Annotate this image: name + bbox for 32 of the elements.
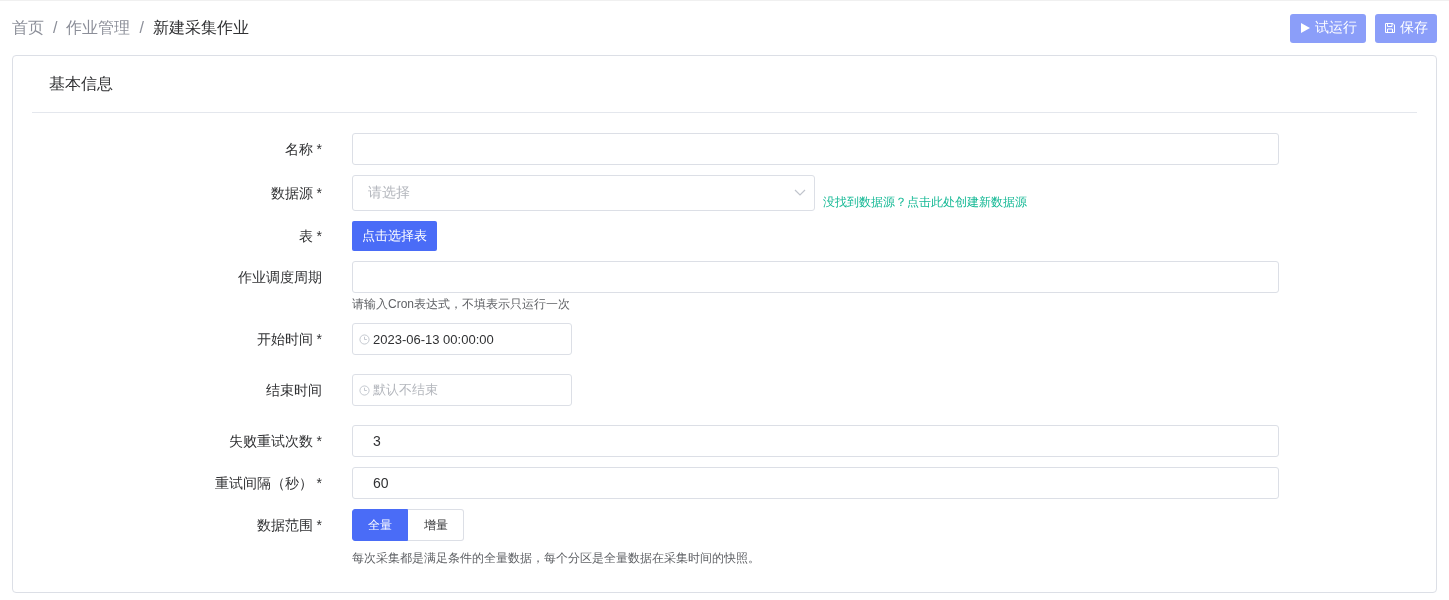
select-field[interactable]: 请选择: [352, 175, 815, 211]
input-field[interactable]: 60: [352, 467, 1279, 499]
field-label: 表 *: [297, 227, 323, 246]
input-field[interactable]: 3: [352, 425, 1279, 457]
breadcrumb-item[interactable]: 首页: [12, 17, 44, 39]
select-table-button[interactable]: 点击选择表: [352, 221, 437, 251]
field-label: 作业调度周期: [237, 268, 323, 287]
field-label: 结束时间: [265, 381, 323, 400]
chevron-down-icon: [794, 189, 806, 197]
field-label: 数据范围 *: [255, 516, 323, 535]
field-label: 开始时间 *: [255, 330, 323, 349]
create-datasource-link[interactable]: 没找到数据源？点击此处创建新数据源: [823, 194, 1027, 211]
section-title: 基本信息: [48, 74, 114, 94]
help-text: 每次采集都是满足条件的全量数据，每个分区是全量数据在采集时间的快照。: [352, 550, 760, 567]
play-icon: [1299, 22, 1311, 34]
input-field[interactable]: [352, 261, 1279, 293]
help-text: 请输入Cron表达式，不填表示只运行一次: [352, 296, 571, 313]
radio-button[interactable]: 全量: [352, 509, 408, 541]
clock-icon: [359, 384, 370, 396]
date-time-field[interactable]: 默认不结束: [352, 374, 572, 406]
field-label: 失败重试次数 *: [227, 432, 323, 451]
clock-icon: [359, 333, 370, 345]
field-label: 数据源 *: [269, 184, 323, 203]
input-field[interactable]: [352, 133, 1279, 165]
breadcrumb-item: 新建采集作业: [152, 17, 249, 38]
date-time-field[interactable]: 2023-06-13 00:00:00: [352, 323, 572, 355]
field-label: 重试间隔（秒） *: [213, 474, 323, 493]
breadcrumb-separator: /: [53, 19, 58, 37]
breadcrumb-separator: /: [139, 19, 144, 37]
radio-button[interactable]: 增量: [408, 509, 464, 541]
field-label: 名称 *: [283, 140, 323, 159]
breadcrumb-item[interactable]: 作业管理: [66, 17, 131, 39]
